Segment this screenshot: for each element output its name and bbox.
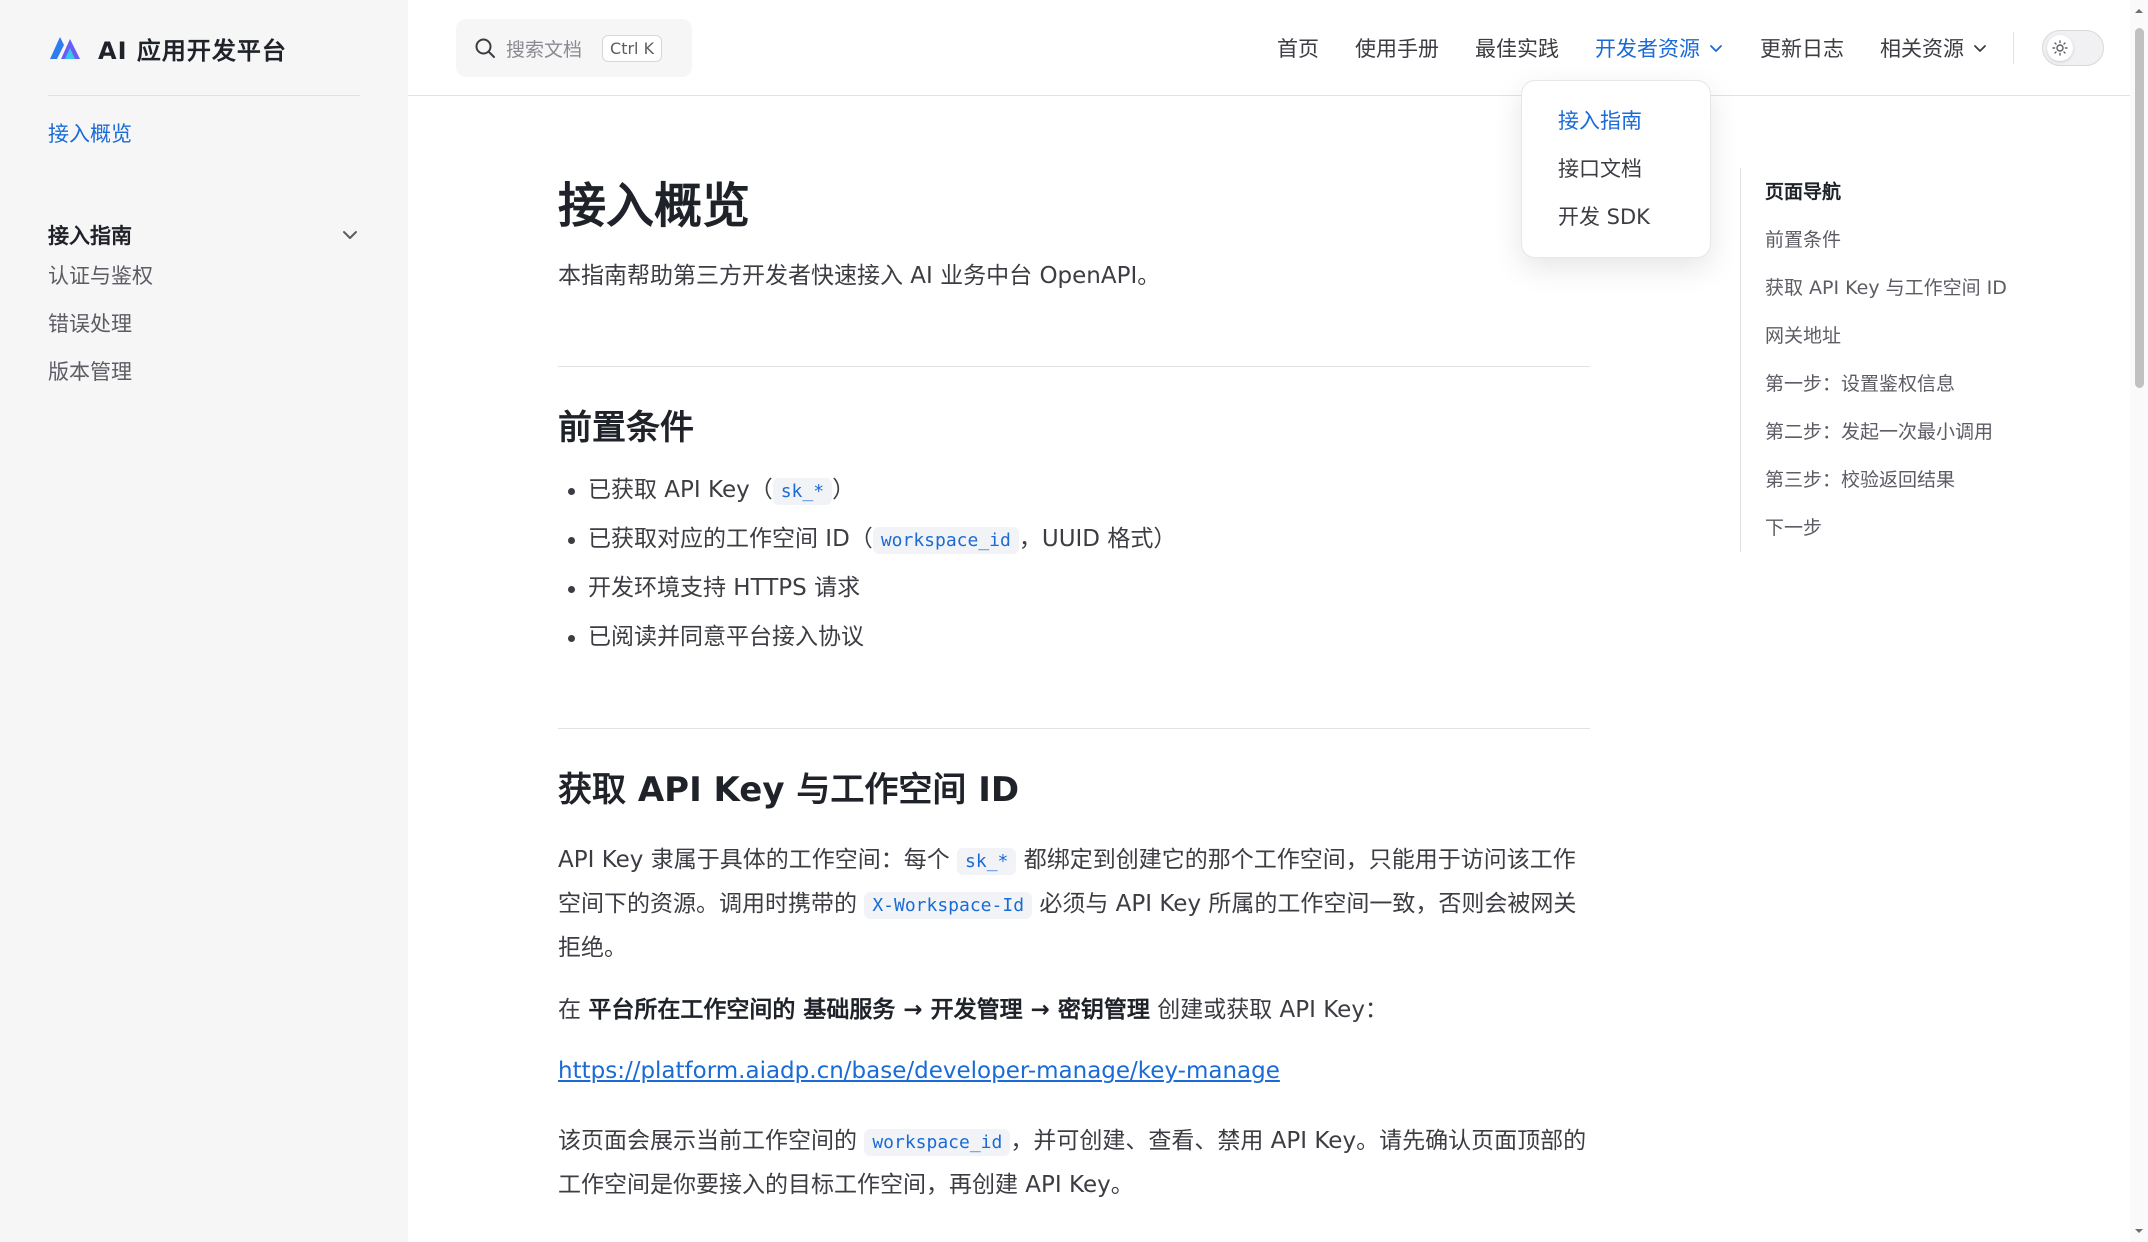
key-manage-link[interactable]: https://platform.aiadp.cn/base/developer… — [558, 1058, 1280, 1084]
nav-developer-resources-label: 开发者资源 — [1595, 37, 1700, 61]
section-divider — [558, 366, 1590, 367]
chevron-down-icon — [1974, 45, 1986, 52]
sidebar-item-auth[interactable]: 认证与鉴权 — [48, 252, 360, 300]
list-item-text: ） — [832, 477, 856, 503]
nav-changelog[interactable]: 更新日志 — [1760, 33, 1844, 63]
sidebar-group-header[interactable]: 接入指南 — [48, 218, 360, 252]
outline-item[interactable]: 获取 API Key 与工作空间 ID — [1765, 264, 2040, 312]
nav-developer-resources[interactable]: 开发者资源 — [1595, 33, 1724, 63]
list-item: 已获取对应的工作空间 ID（ workspace_id ，UUID 格式） — [558, 515, 1176, 564]
nav-changelog-label: 更新日志 — [1760, 37, 1844, 61]
inline-code: sk_* — [772, 478, 833, 505]
inline-code: sk_* — [957, 848, 1017, 875]
nav-best-practices[interactable]: 最佳实践 — [1475, 33, 1559, 63]
scroll-up-icon[interactable] — [2134, 6, 2144, 16]
brand[interactable]: AI 应用开发平台 — [48, 28, 287, 68]
dropdown-item-api-docs[interactable]: 接口文档 — [1522, 145, 1710, 193]
theme-toggle-knob — [2047, 35, 2073, 61]
section-divider — [558, 728, 1590, 729]
list-item-text: ，UUID 格式） — [1018, 526, 1177, 552]
sidebar-divider — [48, 95, 360, 96]
outline-title: 页面导航 — [1765, 181, 1842, 203]
outline-item[interactable]: 前置条件 — [1765, 216, 2040, 264]
list-item-text: 已获取 API Key（ — [588, 477, 773, 503]
sidebar-item-overview[interactable]: 接入概览 — [48, 118, 132, 148]
chevron-down-icon — [1710, 45, 1722, 52]
section-title-api-key: 获取 API Key 与工作空间 ID — [558, 770, 1020, 810]
list-item: 开发环境支持 HTTPS 请求 — [558, 564, 1176, 613]
paragraph-text: 在 — [558, 997, 589, 1023]
search-icon — [475, 38, 495, 58]
inline-code: X-Workspace-Id — [864, 892, 1033, 919]
chevron-down-icon[interactable] — [340, 225, 360, 245]
search-shortcut: Ctrl K — [602, 34, 663, 62]
developer-resources-dropdown: 接入指南 接口文档 开发 SDK — [1521, 80, 1711, 258]
list-item: 已阅读并同意平台接入协议 — [558, 613, 1176, 662]
nav-related-resources[interactable]: 相关资源 — [1880, 33, 1988, 63]
search-box[interactable]: 搜索文档 Ctrl K — [456, 19, 692, 77]
scrollbar-thumb[interactable] — [2135, 28, 2144, 388]
app-title: AI 应用开发平台 — [98, 36, 287, 65]
search-placeholder: 搜索文档 — [506, 38, 583, 61]
sidebar-item-versions[interactable]: 版本管理 — [48, 348, 360, 396]
nav-related-resources-label: 相关资源 — [1880, 37, 1964, 61]
paragraph-workspace-info: 该页面会展示当前工作空间的 workspace_id ，并可创建、查看、禁用 AP… — [558, 1120, 1590, 1207]
page-title: 接入概览 — [558, 178, 751, 234]
dropdown-item-sdk[interactable]: 开发 SDK — [1522, 193, 1710, 241]
paragraph-text: 该页面会展示当前工作空间的 — [558, 1128, 865, 1154]
logo-icon — [50, 37, 80, 59]
nav-home[interactable]: 首页 — [1277, 33, 1319, 63]
sun-icon — [2052, 40, 2068, 56]
sidebar: AI 应用开发平台 接入概览 接入指南 认证与鉴权 错误处理 版本管理 — [0, 0, 408, 1242]
sidebar-group-guide: 接入指南 认证与鉴权 错误处理 版本管理 — [48, 218, 360, 396]
outline-item[interactable]: 第二步：发起一次最小调用 — [1765, 408, 2040, 456]
paragraph-api-key-intro: API Key 隶属于具体的工作空间：每个 sk_* 都绑定到创建它的那个工作空… — [558, 839, 1590, 970]
scroll-down-icon[interactable] — [2134, 1226, 2144, 1236]
nav-manual-label: 使用手册 — [1355, 37, 1439, 61]
page-lead: 本指南帮助第三方开发者快速接入 AI 业务中台 OpenAPI。 — [558, 263, 1161, 289]
list-item: 已获取 API Key（ sk_*） — [558, 466, 1176, 515]
outline-item[interactable]: 第三步：校验返回结果 — [1765, 456, 2040, 504]
nav-manual[interactable]: 使用手册 — [1355, 33, 1439, 63]
section-title-prerequisites: 前置条件 — [558, 408, 694, 448]
theme-toggle[interactable] — [2042, 30, 2104, 66]
paragraph-text: 创建或获取 API Key： — [1149, 997, 1388, 1023]
top-nav: 搜索文档 Ctrl K 首页 使用手册 最佳实践 开发者资源 更新日志 相关资源 — [408, 0, 2148, 96]
dropdown-item-guide[interactable]: 接入指南 — [1522, 97, 1710, 145]
outline-item[interactable]: 下一步 — [1765, 504, 2040, 552]
nav-home-label: 首页 — [1277, 37, 1319, 61]
paragraph-key-location: 在 平台所在工作空间的 基础服务 → 开发管理 → 密钥管理 创建或获取 API… — [558, 989, 1590, 1032]
paragraph-text: API Key 隶属于具体的工作空间：每个 — [558, 847, 958, 873]
nav-best-practices-label: 最佳实践 — [1475, 37, 1559, 61]
page-outline: 页面导航 前置条件 获取 API Key 与工作空间 ID 网关地址 第一步：设… — [1740, 168, 2040, 552]
sidebar-item-errors[interactable]: 错误处理 — [48, 300, 360, 348]
sidebar-group-title: 接入指南 — [48, 224, 132, 248]
outline-item[interactable]: 第一步：设置鉴权信息 — [1765, 360, 2040, 408]
outline-item[interactable]: 网关地址 — [1765, 312, 2040, 360]
inline-code: workspace_id — [864, 1129, 1011, 1156]
inline-code: workspace_id — [872, 527, 1019, 554]
prerequisites-list: 已获取 API Key（ sk_*） 已获取对应的工作空间 ID（ workspac… — [558, 466, 1176, 662]
scrollbar[interactable] — [2130, 0, 2148, 1242]
list-item-text: 已获取对应的工作空间 ID（ — [588, 526, 873, 552]
paragraph-bold: 平台所在工作空间的 基础服务 → 开发管理 → 密钥管理 — [588, 997, 1150, 1023]
nav-separator — [2013, 32, 2014, 64]
